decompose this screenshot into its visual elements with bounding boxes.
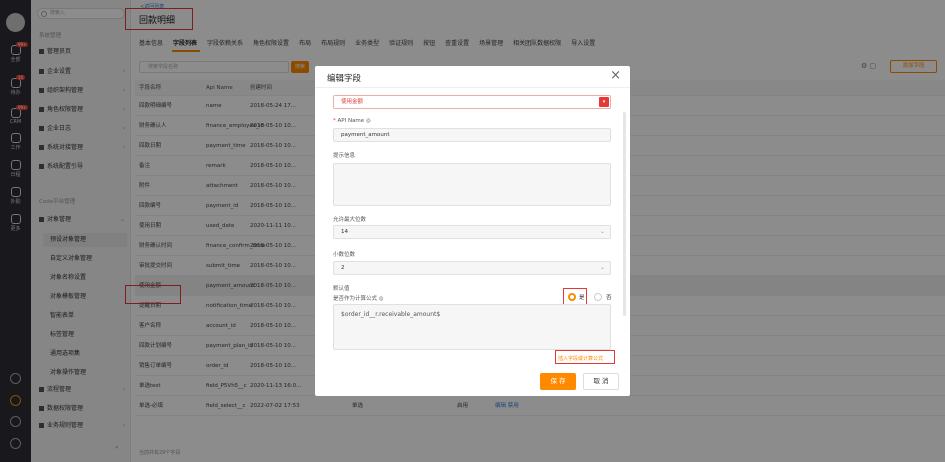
cancel-button[interactable]: 取 消 [583, 373, 619, 390]
chevron-down-icon[interactable]: ▾ [599, 97, 609, 107]
decimal-select[interactable]: 2 ⌄ [333, 261, 611, 275]
formula-label-text: 是否作为计算公式 [333, 296, 378, 302]
formula-no-radio[interactable] [594, 293, 602, 301]
api-name-label: * API Name ◎ [333, 118, 371, 124]
help-text-textarea[interactable] [333, 163, 611, 206]
dialog-header: 编辑字段 × [315, 66, 630, 88]
close-icon[interactable]: × [610, 69, 621, 83]
selected-value: 14 [341, 229, 348, 235]
chevron-down-icon: ⌄ [599, 264, 605, 271]
insert-formula-link[interactable]: 插入字段或计算公式 [558, 355, 603, 362]
default-value-label: 默认值 [333, 286, 350, 292]
help-text-label: 提示信息 [333, 153, 356, 159]
dialog-scrollbar[interactable] [623, 112, 626, 316]
info-icon: ◎ [365, 118, 371, 124]
max-digits-select[interactable]: 14 ⌄ [333, 225, 611, 239]
api-name-field[interactable]: payment_amount [333, 128, 611, 142]
dialog-footer: 保 存 取 消 [315, 366, 630, 396]
formula-yes-radio[interactable] [568, 293, 576, 301]
api-name-label-text: API Name [337, 118, 365, 124]
default-formula-textarea[interactable]: $order_id__r.receivable_amount$ [333, 304, 611, 350]
formula-yes-label: 是 [579, 295, 585, 301]
chevron-down-icon: ⌄ [599, 228, 605, 235]
save-button[interactable]: 保 存 [540, 373, 576, 390]
max-digits-label: 允许最大位数 [333, 217, 367, 223]
dialog-title: 编辑字段 [327, 74, 362, 84]
edit-field-dialog: 编辑字段 × 使用金额 ▾ * API Name ◎ payment_amoun… [315, 66, 630, 396]
selected-value: 使用金额 [341, 99, 364, 105]
field-display-select[interactable]: 使用金额 ▾ [333, 95, 611, 109]
info-icon: ◎ [378, 296, 384, 302]
selected-value: 2 [341, 265, 345, 271]
formula-label: 是否作为计算公式 ◎ [333, 294, 384, 302]
decimal-label: 小数位数 [333, 252, 356, 258]
formula-no-label: 否 [606, 295, 612, 301]
